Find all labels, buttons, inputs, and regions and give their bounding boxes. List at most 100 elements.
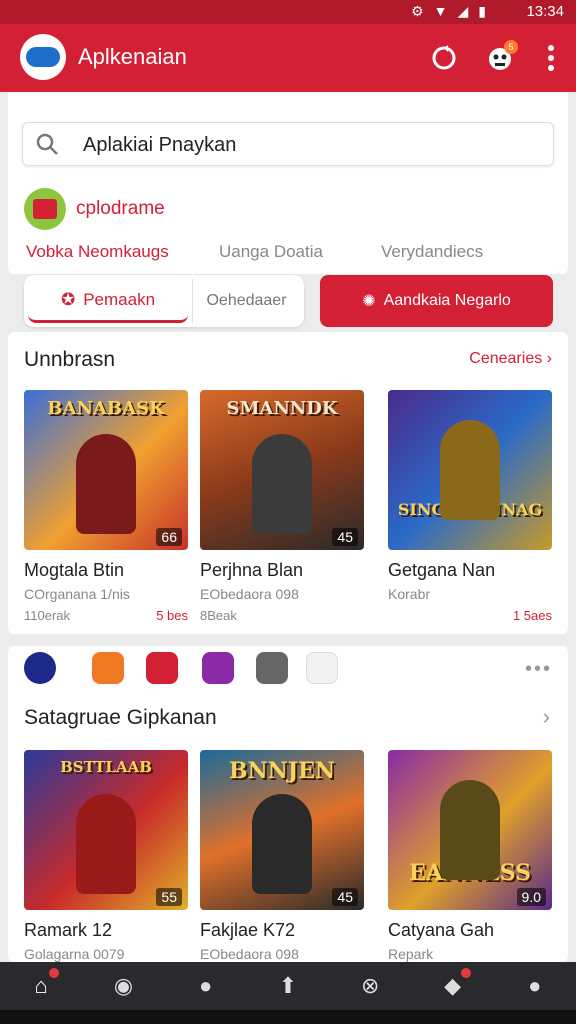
game-name: Perjhna Blan [200, 560, 304, 580]
game-art: BSTTLAAB 55 [24, 750, 188, 910]
badge-icon: ✺ [362, 293, 376, 310]
app-logo[interactable] [20, 34, 66, 80]
game-name: Ramark 12 [24, 920, 113, 940]
segment-active-label: Pemaakn [83, 289, 156, 309]
more-vert-icon[interactable] [533, 40, 569, 76]
price-tag: 66 [156, 528, 182, 546]
chevron-right-icon: › [546, 350, 552, 367]
bottom-nav: ⌂ ◉ ● ⬆ ⊗ ◆ ● [0, 962, 576, 1010]
game-rating: 1 5aes [512, 608, 552, 623]
top-card: Aplakiai Pnaykan cplodrame Vobka Neomkau… [8, 92, 568, 274]
mini-app-row: ••• [22, 652, 552, 686]
categories-link[interactable]: Cenearies › [469, 350, 552, 368]
game-card[interactable]: BSTTLAAB 55 Ramark 12 Golagarna 0079 [24, 750, 188, 962]
app-icon-5[interactable] [256, 652, 288, 684]
game-art: SINGNIK NNAG [388, 390, 552, 550]
price-tag: 9.0 [516, 888, 546, 906]
game-sub: Golagarna 0079 [24, 946, 125, 962]
game-meta: 110erak 5 bes [24, 608, 188, 624]
section-title: Unnbrasn [24, 348, 116, 371]
search-input[interactable]: Aplakiai Pnaykan [83, 134, 236, 157]
price-tag: 45 [332, 888, 358, 906]
section-featured: Unnbrasn Cenearies › BANABASK 66 Mogtala… [8, 332, 568, 634]
cta-label: Aandkaia Negarlo [383, 292, 511, 309]
game-icon[interactable]: ◉ [82, 962, 164, 1010]
hero-figure [440, 780, 500, 880]
game-sub: EObedaora 098 [200, 586, 299, 602]
system-nav-bar [0, 1010, 576, 1024]
more-horiz-icon[interactable]: ••• [525, 658, 552, 681]
hero-figure [252, 434, 312, 534]
search-icon [35, 132, 59, 156]
hero-figure [76, 434, 136, 534]
game-name: Fakjlae K72 [200, 920, 296, 940]
star-icon: ✪ [60, 289, 76, 309]
game-art: BANABASK 66 [24, 390, 188, 550]
section-recommended: ••• Satagruae Gipkanan › BSTTLAAB 55 Ram… [8, 646, 568, 962]
store-icon[interactable]: ⬆ [247, 962, 329, 1010]
game-card[interactable]: BANABASK 66 Mogtala Btin COrganana 1/nis… [24, 390, 188, 624]
game-art: EANNESS 9.0 [388, 750, 552, 910]
game-card[interactable]: BNNJEN 45 Fakjlae K72 EObedaora 098 [200, 750, 364, 962]
game-count: 110erak [24, 608, 71, 623]
compass-icon[interactable]: ⊗ [329, 962, 411, 1010]
game-meta: 8Beak [200, 608, 364, 624]
account-icon[interactable]: ● [494, 962, 576, 1010]
refresh-icon[interactable] [426, 40, 462, 76]
home-badge [49, 968, 60, 978]
app-icon-1[interactable] [24, 652, 56, 684]
brand-label: cplodrame [76, 198, 165, 219]
hero-figure [252, 794, 312, 894]
game-name: Catyana Gah [388, 920, 495, 940]
cta-button[interactable]: ✺ Aandkaia Negarlo [320, 275, 553, 327]
subtab-1[interactable]: Vobka Neomkaugs [26, 242, 169, 262]
app-icon-3[interactable] [146, 652, 178, 684]
game-art: SMANNDK 45 [200, 390, 364, 550]
brand-icon-mark [33, 199, 57, 219]
logo-mark [26, 47, 60, 67]
status-bar: ⚙ ▼ ◢ ▮ 13:34 [0, 0, 576, 24]
game-sub: Repark [388, 946, 434, 962]
battery-icon: ▮ [478, 3, 486, 19]
home-icon[interactable]: ⌂ [0, 962, 82, 1010]
app-icon-2[interactable] [92, 652, 124, 684]
brand-row[interactable]: cplodrame [24, 188, 165, 230]
game-art-title: BANABASK [47, 398, 165, 419]
search-field[interactable]: Aplakiai Pnaykan [22, 122, 554, 166]
profile-icon[interactable]: ● [165, 962, 247, 1010]
subtab-2[interactable]: Uanga Doatia [219, 242, 323, 262]
segmented-control: ✪ Pemaakn Oehedaaer [24, 275, 304, 327]
hero-figure [440, 420, 500, 520]
status-icons: ⚙ ▼ ◢ ▮ [411, 3, 486, 20]
game-card[interactable]: SINGNIK NNAG Getgana Nan Korabr 1 5aes [388, 390, 552, 624]
section-title: Satagruae Gipkanan [24, 706, 217, 729]
notification-badge: 5 [504, 40, 518, 54]
signal-icon: ◢ [457, 3, 469, 19]
game-sub: EObedaora 098 [200, 946, 299, 962]
price-tag: 55 [156, 888, 182, 906]
game-sub: COrganana 1/nis [24, 586, 130, 602]
app-icon-6[interactable] [306, 652, 338, 684]
subtab-3[interactable]: Verydandiecs [381, 242, 483, 262]
game-sub: Korabr [388, 586, 431, 602]
brand-icon [24, 188, 66, 230]
app-bar: Aplkenaian 5 [0, 24, 576, 92]
game-card[interactable]: SMANNDK 45 Perjhna Blan EObedaora 098 8B… [200, 390, 364, 624]
segment-inactive[interactable]: Oehedaaer [192, 279, 300, 323]
game-art-title: BNNJEN [228, 758, 336, 784]
gear-icon: ⚙ [411, 3, 424, 19]
categories-link-label: Cenearies [469, 350, 543, 367]
chat-icon[interactable]: ◆ [411, 962, 493, 1010]
chevron-right-icon[interactable]: › [543, 704, 550, 730]
game-meta: 1 5aes [388, 608, 552, 624]
app-title: Aplkenaian [78, 44, 187, 69]
game-art-title: SMANNDK [226, 398, 338, 419]
game-name: Getgana Nan [388, 560, 496, 580]
hero-figure [76, 794, 136, 894]
game-rating: 5 bes [156, 608, 188, 623]
notification-avatar-icon[interactable]: 5 [482, 40, 518, 76]
segment-active[interactable]: ✪ Pemaakn [28, 279, 188, 323]
app-icon-4[interactable] [202, 652, 234, 684]
game-card[interactable]: EANNESS 9.0 Catyana Gah Repark [388, 750, 552, 962]
game-name: Mogtala Btin [24, 560, 125, 580]
